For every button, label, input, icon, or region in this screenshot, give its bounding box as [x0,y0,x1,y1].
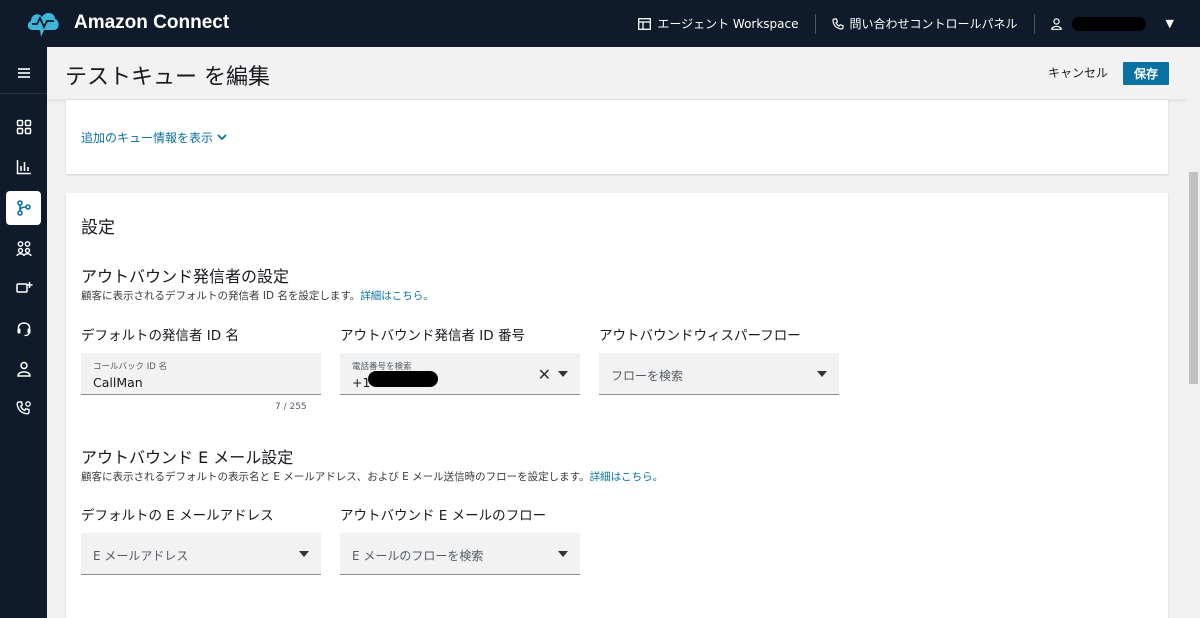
agent-workspace-label: エージェント Workspace [657,17,799,31]
page-title: テストキュー を編集 [65,65,270,90]
nav-dashboard[interactable] [6,110,41,144]
caller-id-name-value: CallMan [93,375,143,390]
nav-routing[interactable] [6,191,41,225]
outbound-caller-title: アウトバウンド発信者の設定 [81,267,290,286]
contact-control-panel-link[interactable]: 問い合わせコントロールパネル [816,0,1034,47]
show-more-queue-info-link[interactable]: 追加のキュー情報を表示 [81,129,227,146]
nav-agent[interactable] [6,352,41,386]
whisper-flow-label: アウトバウンドウィスパーフロー [599,328,801,344]
caller-id-number-select[interactable]: 電話番号を検索 +1 ✕ [340,353,580,395]
caller-id-number-label: アウトバウンド発信者 ID 番号 [340,328,525,344]
chevron-down-icon [217,134,227,141]
user-icon [16,361,31,377]
routing-icon [16,200,31,216]
left-nav [0,47,47,618]
outbound-email-description: 顧客に表示されるデフォルトの表示名と E メールアドレス、および E メール送信… [81,469,663,484]
caret-down-icon [558,551,568,557]
hamburger-icon [17,68,30,78]
email-flow-placeholder: E メールのフローを検索 [352,549,484,563]
description-text: 顧客に表示されるデフォルトの発信者 ID 名を設定します。 [81,290,361,302]
page-header: テストキュー を編集 キャンセル 保存 [47,47,1187,100]
amazon-connect-logo-icon [27,13,59,37]
queue-info-card: 追加のキュー情報を表示 [66,100,1168,174]
caret-down-icon [558,371,568,377]
outbound-email-title: アウトバウンド E メール設定 [81,448,294,467]
whisper-flow-select[interactable]: フローを検索 [599,353,839,395]
redacted-username [1071,16,1146,31]
nav-divider [0,93,47,94]
dashboard-icon [16,119,31,135]
clear-icon[interactable]: ✕ [538,365,551,384]
user-icon [1050,17,1062,30]
phone-icon [831,17,844,30]
top-bar: Amazon Connect エージェント Workspace 問い合わせコント… [0,0,1200,47]
redacted-phone-number [368,371,438,387]
nav-phone-settings[interactable] [6,392,41,426]
users-icon [15,241,32,257]
character-counter: 7 / 255 [275,402,307,412]
caller-id-name-label: デフォルトの発信者 ID 名 [81,328,239,344]
caret-down-icon [299,551,309,557]
caret-down-icon [817,371,827,377]
scrollbar-thumb[interactable] [1189,172,1198,384]
caret-down-icon: ▼ [1165,17,1174,30]
contact-control-panel-label: 問い合わせコントロールパネル [849,17,1018,31]
details-link[interactable]: 詳細はこちら。 [360,290,434,302]
email-address-select[interactable]: E メールアドレス [81,533,321,575]
nav-users[interactable] [6,231,41,265]
settings-title: 設定 [81,218,115,238]
brand-name[interactable]: Amazon Connect [74,12,229,34]
description-text: 顧客に表示されるデフォルトの表示名と E メールアドレス、および E メール送信… [81,471,590,483]
whisper-flow-placeholder: フローを検索 [611,369,684,383]
settings-card: 設定 アウトバウンド発信者の設定 顧客に表示されるデフォルトの発信者 ID 名を… [66,193,1168,618]
cancel-button[interactable]: キャンセル [1048,64,1108,81]
email-address-label: デフォルトの E メールアドレス [81,508,274,524]
nav-headset[interactable] [6,311,41,345]
show-more-label: 追加のキュー情報を表示 [81,131,214,145]
email-flow-label: アウトバウンド E メールのフロー [340,508,547,524]
workspace-icon [638,17,652,30]
add-channel-icon [15,282,32,293]
headset-icon [17,322,30,337]
agent-workspace-link[interactable]: エージェント Workspace [622,0,814,47]
nav-channels[interactable] [6,271,41,305]
caller-id-name-input[interactable]: コールバック ID 名 CallMan [81,353,321,395]
bar-chart-icon [16,160,31,175]
email-address-placeholder: E メールアドレス [93,549,189,563]
outbound-caller-description: 顧客に表示されるデフォルトの発信者 ID 名を設定します。詳細はこちら。 [81,288,434,303]
caller-id-name-small-label: コールバック ID 名 [93,362,167,372]
user-menu[interactable]: ▼ [1035,0,1174,47]
phone-settings-icon [15,401,31,415]
menu-toggle-button[interactable] [6,56,41,90]
details-link[interactable]: 詳細はこちら。 [590,471,664,483]
nav-analytics[interactable] [6,150,41,184]
email-flow-select[interactable]: E メールのフローを検索 [340,533,580,575]
save-button[interactable]: 保存 [1123,62,1169,85]
